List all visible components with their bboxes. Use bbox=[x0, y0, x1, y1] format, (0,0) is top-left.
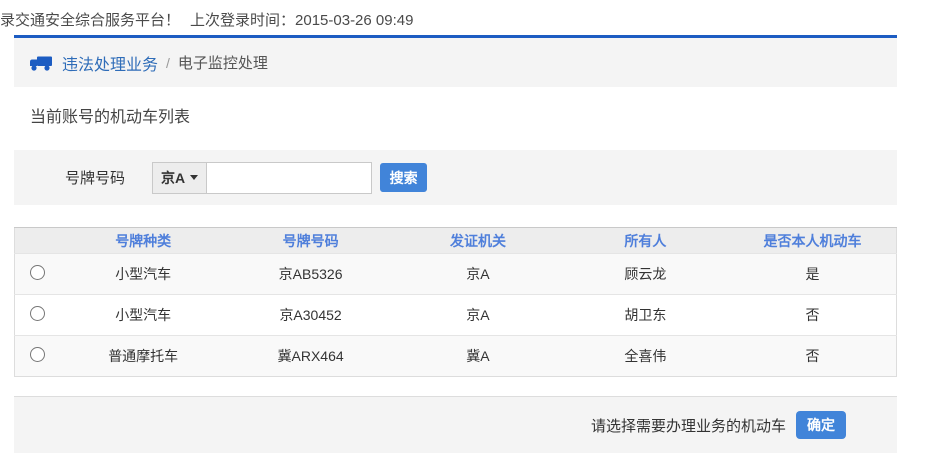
cell-issuing-authority: 冀A bbox=[394, 336, 561, 377]
col-owner: 所有人 bbox=[562, 228, 729, 254]
cell-owner: 全喜伟 bbox=[562, 336, 729, 377]
platform-title: 录交通安全综合服务平台！ bbox=[0, 12, 180, 29]
cell-issuing-authority: 京A bbox=[394, 254, 561, 295]
breadcrumb-separator: / bbox=[166, 55, 170, 71]
col-plate-number: 号牌号码 bbox=[227, 228, 394, 254]
table-row: 小型汽车 京A30452 京A 胡卫东 否 bbox=[15, 295, 897, 336]
vehicle-radio[interactable] bbox=[30, 306, 45, 321]
cell-plate-type: 小型汽车 bbox=[60, 295, 227, 336]
plate-input-group: 京A bbox=[152, 162, 372, 194]
radio-column-header bbox=[15, 228, 60, 254]
cell-owner: 胡卫东 bbox=[562, 295, 729, 336]
col-issuing-authority: 发证机关 bbox=[394, 228, 561, 254]
vehicle-table: 号牌种类 号牌号码 发证机关 所有人 是否本人机动车 小型汽车 京AB5326 … bbox=[14, 227, 897, 377]
own-flag: 否 bbox=[729, 336, 896, 377]
vehicle-radio[interactable] bbox=[30, 347, 45, 362]
cell-plate-type: 普通摩托车 bbox=[60, 336, 227, 377]
table-row: 普通摩托车 冀ARX464 冀A 全喜伟 否 bbox=[15, 336, 897, 377]
last-login-time: 上次登录时间：2015-03-26 09:49 bbox=[190, 12, 413, 29]
search-button[interactable]: 搜索 bbox=[380, 163, 427, 192]
plate-region-selected: 京A bbox=[161, 168, 185, 188]
plate-region-dropdown[interactable]: 京A bbox=[152, 162, 207, 194]
own-flag: 否 bbox=[729, 295, 896, 336]
own-flag: 是 bbox=[729, 254, 896, 295]
table-header-row: 号牌种类 号牌号码 发证机关 所有人 是否本人机动车 bbox=[15, 228, 897, 254]
breadcrumb-link-violation-business[interactable]: 违法处理业务 bbox=[62, 51, 158, 75]
main-content: 违法处理业务 / 电子监控处理 当前账号的机动车列表 号牌号码 京A 搜索 号牌… bbox=[14, 35, 897, 453]
cell-plate-number: 京AB5326 bbox=[227, 254, 394, 295]
plate-number-input[interactable] bbox=[206, 162, 372, 194]
page-title: 当前账号的机动车列表 bbox=[30, 103, 897, 125]
cell-plate-number: 冀ARX464 bbox=[227, 336, 394, 377]
cell-plate-type: 小型汽车 bbox=[60, 254, 227, 295]
cell-owner: 顾云龙 bbox=[562, 254, 729, 295]
cell-issuing-authority: 京A bbox=[394, 295, 561, 336]
confirm-button[interactable]: 确定 bbox=[796, 411, 846, 439]
search-panel: 号牌号码 京A 搜索 bbox=[14, 150, 897, 205]
breadcrumb-current-page: 电子监控处理 bbox=[178, 52, 268, 73]
breadcrumb: 违法处理业务 / 电子监控处理 bbox=[14, 35, 897, 87]
table-row: 小型汽车 京AB5326 京A 顾云龙 是 bbox=[15, 254, 897, 295]
cell-plate-number: 京A30452 bbox=[227, 295, 394, 336]
col-plate-type: 号牌种类 bbox=[60, 228, 227, 254]
top-status-bar: 录交通安全综合服务平台！ 上次登录时间：2015-03-26 09:49 bbox=[0, 0, 925, 35]
truck-icon bbox=[29, 54, 53, 72]
plate-number-label: 号牌号码 bbox=[65, 167, 125, 188]
vehicle-radio[interactable] bbox=[30, 265, 45, 280]
col-is-own-vehicle: 是否本人机动车 bbox=[729, 228, 896, 254]
footer-action-bar: 请选择需要办理业务的机动车 确定 bbox=[14, 396, 897, 453]
select-vehicle-prompt: 请选择需要办理业务的机动车 bbox=[591, 415, 786, 436]
caret-down-icon bbox=[190, 175, 198, 180]
